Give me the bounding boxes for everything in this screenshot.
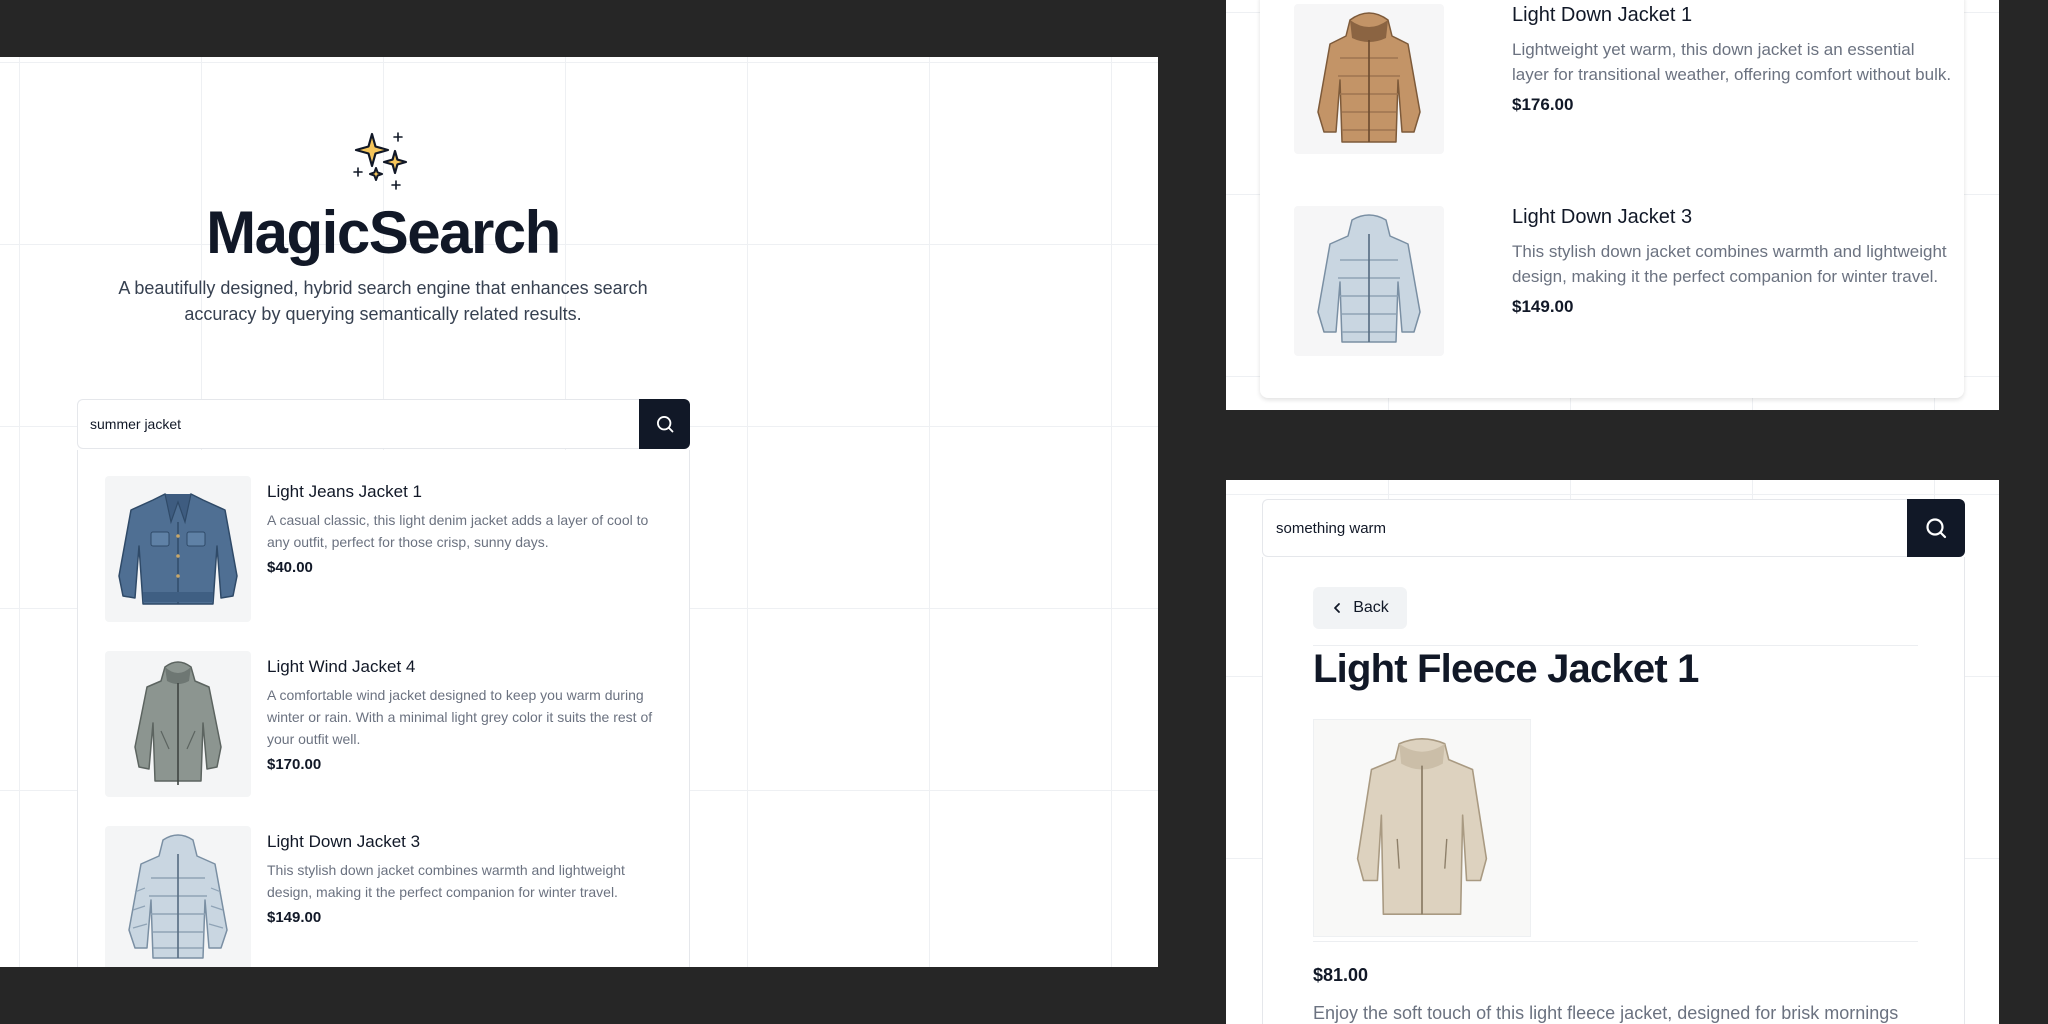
divider: [1313, 645, 1918, 646]
fleece-jacket-icon: [1356, 738, 1488, 915]
product-name: Light Wind Jacket 4: [267, 657, 416, 676]
product-title: Light Fleece Jacket 1: [1313, 647, 1699, 691]
back-label: Back: [1353, 599, 1389, 616]
sparkles-icon: [353, 132, 408, 190]
product-description: A comfortable wind jacket designed to ke…: [267, 687, 653, 747]
down-jacket-icon: [128, 834, 228, 959]
back-button[interactable]: Back: [1313, 587, 1407, 629]
product-image: [1294, 206, 1444, 356]
result-item[interactable]: Light Jeans Jacket 1 A casual classic, t…: [105, 476, 665, 626]
product-name: Light Jeans Jacket 1: [267, 482, 422, 501]
search-button[interactable]: [639, 399, 690, 449]
search-icon: [656, 416, 673, 433]
main-search-panel: MagicSearch A beautifully designed, hybr…: [0, 57, 1158, 967]
search-results-list: Light Jeans Jacket 1 A casual classic, t…: [77, 450, 690, 967]
product-detail: Back Light Fleece Jacket 1 $81.00 Enjoy …: [1262, 557, 1965, 1024]
product-price: $81.00: [1313, 965, 1369, 985]
search-input[interactable]: [77, 399, 639, 449]
main-search-bar: [77, 399, 690, 449]
search-button[interactable]: [1907, 499, 1965, 557]
results-card: Light Down Jacket 1 Lightweight yet warm…: [1260, 0, 1964, 398]
product-price: $176.00: [1512, 95, 1574, 114]
chevron-left-icon: [1334, 603, 1341, 613]
product-description: A casual classic, this light denim jacke…: [267, 512, 649, 550]
results-preview-panel: Light Down Jacket 1 Lightweight yet warm…: [1226, 0, 1999, 410]
result-item[interactable]: Light Wind Jacket 4 A comfortable wind j…: [105, 651, 665, 801]
product-image: [1313, 719, 1531, 937]
product-description: Lightweight yet warm, this down jacket i…: [1512, 40, 1952, 84]
product-description: Enjoy the soft touch of this light fleec…: [1313, 1003, 1899, 1023]
result-item[interactable]: Light Down Jacket 3 This stylish down ja…: [105, 826, 665, 967]
product-image: [105, 476, 251, 622]
product-price: $40.00: [267, 559, 313, 576]
app-title: MagicSearch: [206, 199, 561, 266]
tan-down-jacket-icon: [1317, 12, 1421, 143]
detail-search-bar: [1262, 499, 1965, 557]
denim-jacket-icon: [118, 493, 238, 605]
result-item[interactable]: Light Down Jacket 3 This stylish down ja…: [1294, 206, 1954, 376]
search-input[interactable]: [1262, 499, 1907, 557]
product-price: $149.00: [1512, 297, 1574, 316]
product-name: Light Down Jacket 3: [1512, 206, 1693, 228]
product-price: $170.00: [267, 756, 322, 773]
wind-jacket-icon: [134, 661, 222, 785]
product-description: This stylish down jacket combines warmth…: [267, 862, 625, 900]
product-image: [105, 826, 251, 967]
app-subtitle: A beautifully designed, hybrid search en…: [118, 278, 648, 324]
product-price: $149.00: [267, 909, 322, 926]
product-description: This stylish down jacket combines warmth…: [1512, 242, 1947, 286]
search-icon: [1926, 518, 1947, 539]
product-name: Light Down Jacket 1: [1512, 4, 1693, 26]
result-item[interactable]: Light Down Jacket 1 Lightweight yet warm…: [1294, 4, 1954, 174]
product-detail-panel: Back Light Fleece Jacket 1 $81.00 Enjoy …: [1226, 480, 1999, 1024]
product-image: [105, 651, 251, 797]
down-jacket-icon: [1317, 214, 1421, 343]
product-image: [1294, 4, 1444, 154]
divider: [1313, 941, 1918, 942]
product-name: Light Down Jacket 3: [267, 832, 421, 851]
